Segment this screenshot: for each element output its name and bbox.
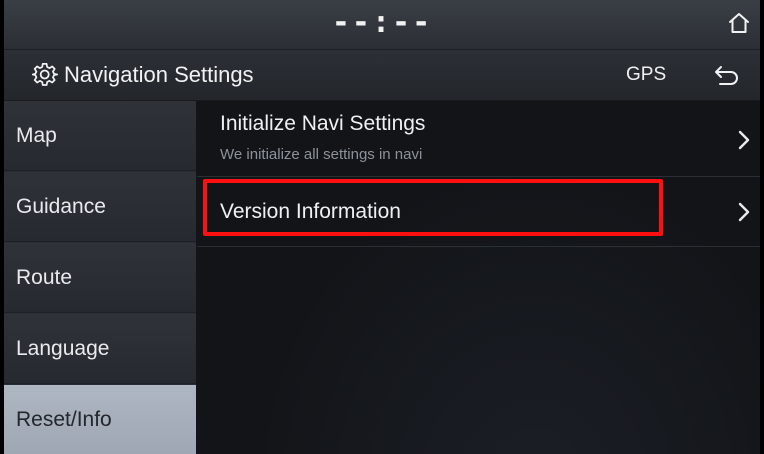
settings-list: Initialize Navi Settings We initialize a… <box>197 101 760 454</box>
sidebar-item-reset-info[interactable]: Reset/Info <box>4 385 196 454</box>
sidebar-item-language[interactable]: Language <box>4 314 196 384</box>
item-subtitle: We initialize all settings in navi <box>220 146 423 163</box>
sidebar-item-guidance[interactable]: Guidance <box>4 172 196 242</box>
header: Navigation Settings GPS <box>4 50 760 101</box>
sidebar-item-label: Route <box>16 266 73 289</box>
clock: --:-- <box>331 5 433 40</box>
status-bar: --:-- <box>4 0 760 50</box>
sidebar-item-route[interactable]: Route <box>4 243 196 313</box>
sidebar-item-label: Reset/Info <box>16 408 112 431</box>
home-button[interactable] <box>724 8 754 38</box>
back-arrow-icon <box>715 66 738 85</box>
sidebar-item-label: Guidance <box>16 195 106 218</box>
gear-icon <box>32 63 58 86</box>
sidebar-item-label: Map <box>16 124 57 147</box>
gps-button[interactable]: GPS <box>626 64 666 86</box>
initialize-navi-settings-item[interactable]: Initialize Navi Settings We initialize a… <box>197 101 760 177</box>
highlight-box <box>203 179 663 236</box>
chevron-right-icon <box>738 130 750 150</box>
page-title: Navigation Settings <box>64 62 254 87</box>
home-icon <box>729 13 749 33</box>
item-title: Initialize Navi Settings <box>220 112 426 135</box>
sidebar-item-label: Language <box>16 337 110 360</box>
sidebar-item-map[interactable]: Map <box>4 101 196 171</box>
sidebar: Map Guidance Route Language Reset/Info <box>4 101 196 454</box>
chevron-right-icon <box>738 202 750 222</box>
back-button[interactable] <box>712 62 742 88</box>
navigation-settings-screen: --:-- Navigation Settings GPS Map Guidan… <box>4 0 760 454</box>
